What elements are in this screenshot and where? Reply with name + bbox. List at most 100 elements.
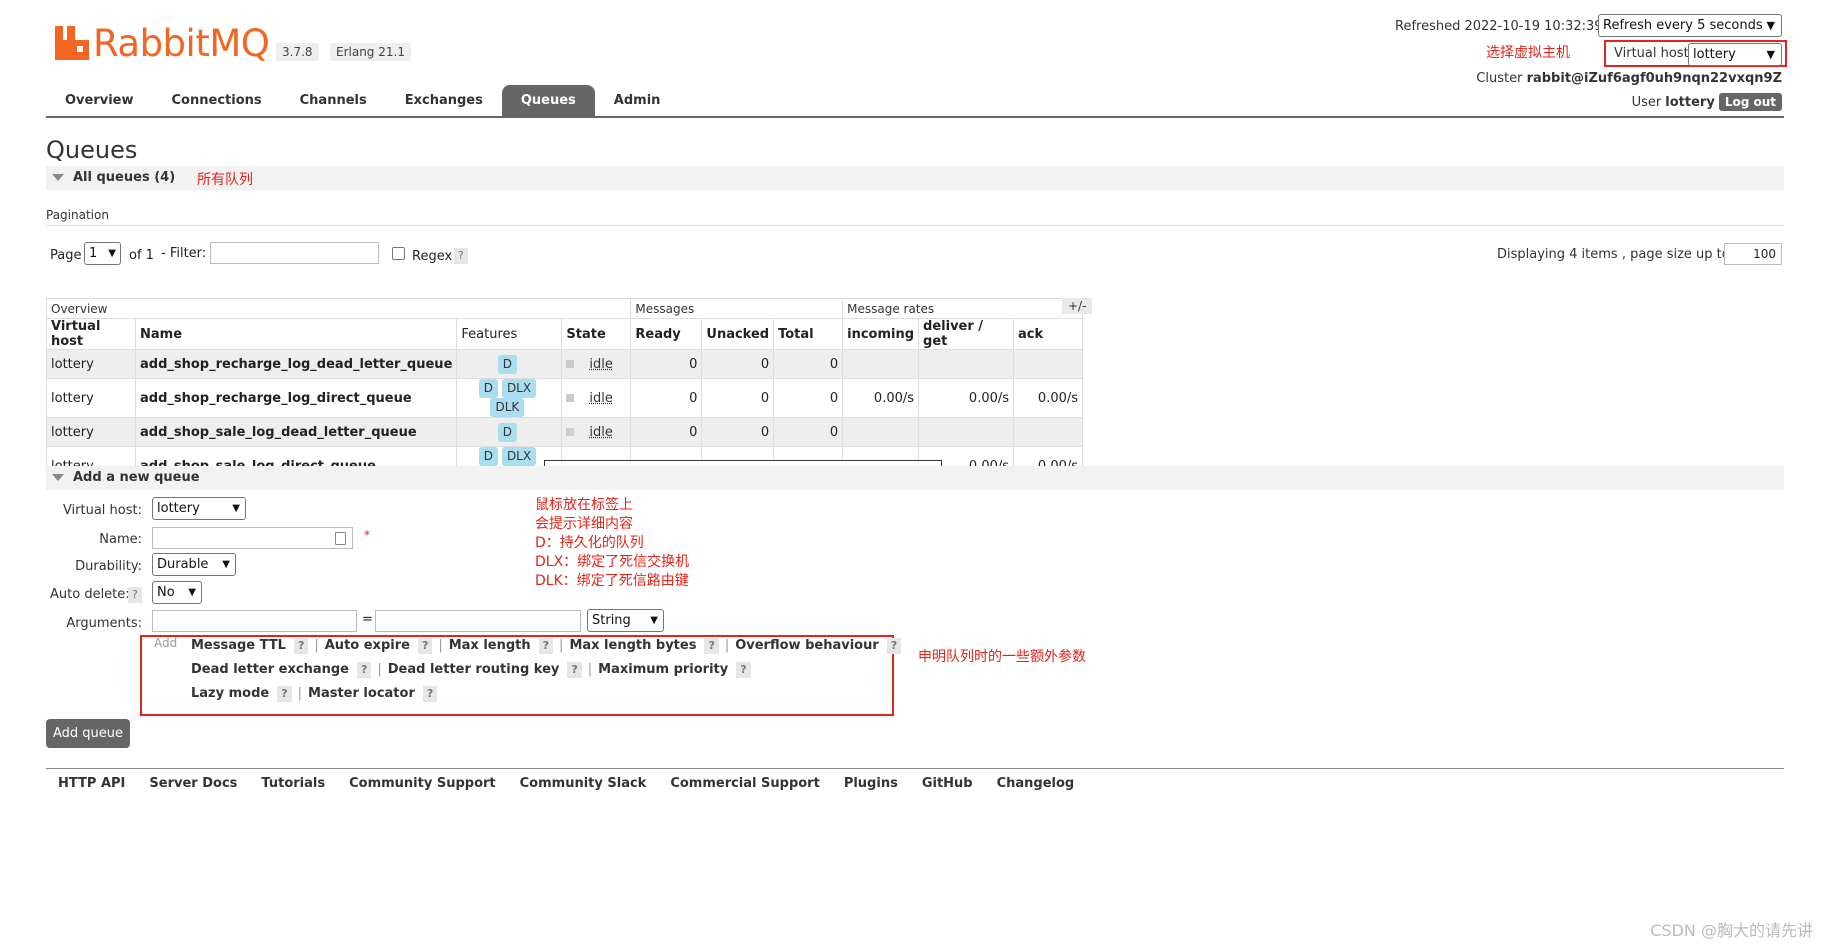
cell-deliver-get: 0.00/s bbox=[918, 378, 1015, 418]
queue-name-link[interactable]: add_shop_recharge_log_dead_letter_queue bbox=[140, 357, 452, 372]
argument-shortcut[interactable]: Maximum priority bbox=[598, 662, 728, 677]
argument-help[interactable]: ? bbox=[422, 686, 438, 702]
queue-name-link[interactable]: add_shop_sale_log_dead_letter_queue bbox=[140, 425, 417, 440]
argument-help[interactable]: ? bbox=[886, 638, 902, 654]
cell-ready: 0 bbox=[630, 417, 703, 447]
tab-admin[interactable]: Admin bbox=[595, 85, 680, 116]
col-vhost[interactable]: Virtual host bbox=[46, 318, 136, 350]
argument-type-select[interactable]: String ▼ bbox=[587, 609, 664, 632]
all-queues-section[interactable]: All queues (4) bbox=[46, 166, 1784, 190]
footer-link[interactable]: Server Docs bbox=[149, 776, 237, 791]
cluster-info: Cluster rabbit@iZuf6agf0uh9nqn22vxqn9Z bbox=[1476, 71, 1782, 86]
argument-shortcut[interactable]: Message TTL bbox=[191, 638, 286, 653]
footer-link[interactable]: Commercial Support bbox=[670, 776, 820, 791]
durability-value: Durable bbox=[157, 557, 209, 572]
separator: | bbox=[587, 662, 593, 677]
footer-link[interactable]: Community Support bbox=[349, 776, 496, 791]
argument-help[interactable]: ? bbox=[736, 662, 751, 678]
col-ready[interactable]: Ready bbox=[630, 318, 703, 350]
cell-deliver-get bbox=[918, 417, 1015, 447]
page-title: Queues bbox=[46, 136, 138, 164]
user-name: lottery bbox=[1665, 94, 1715, 110]
annotation-hover-hint: 鼠标放在标签上 会提示详细内容 D：持久化的队列 DLX：绑定了死信交换机 DL… bbox=[535, 496, 689, 591]
state-label: idle bbox=[589, 424, 613, 440]
argument-value-input[interactable] bbox=[375, 610, 581, 632]
queue-name-link[interactable]: add_shop_recharge_log_direct_queue bbox=[140, 391, 412, 406]
add-queue-button[interactable]: Add queue bbox=[46, 719, 131, 748]
tab-overview[interactable]: Overview bbox=[46, 85, 153, 116]
argument-help[interactable]: ? bbox=[293, 638, 309, 654]
cell-features: D bbox=[456, 417, 563, 447]
argument-key-input[interactable] bbox=[152, 610, 357, 632]
argument-shortcut[interactable]: Auto expire bbox=[325, 638, 410, 653]
col-deliver-get[interactable]: deliver / get bbox=[918, 318, 1015, 350]
displaying-text: Displaying 4 items , page size up to: bbox=[1497, 247, 1735, 262]
argument-help[interactable]: ? bbox=[277, 686, 292, 702]
footer-link[interactable]: Changelog bbox=[997, 776, 1075, 791]
table-row[interactable]: lottery add_shop_recharge_log_direct_queu… bbox=[46, 378, 1084, 418]
cell-unacked: 0 bbox=[701, 349, 775, 379]
refresh-interval-select[interactable]: Refresh every 5 seconds ▼ bbox=[1598, 14, 1782, 37]
footer-link[interactable]: HTTP API bbox=[58, 776, 125, 791]
footer-link[interactable]: GitHub bbox=[922, 776, 973, 791]
argument-shortcut[interactable]: Dead letter routing key bbox=[388, 662, 560, 677]
col-incoming[interactable]: incoming bbox=[842, 318, 920, 350]
feature-tag-d[interactable]: D bbox=[478, 379, 498, 398]
argument-help[interactable]: ? bbox=[704, 638, 719, 654]
table-group-header: Overview Messages Message rates bbox=[45, 298, 1084, 319]
regex-help[interactable]: ? bbox=[454, 248, 468, 264]
cell-ready: 0 bbox=[630, 378, 703, 418]
footer-link[interactable]: Plugins bbox=[844, 776, 898, 791]
footer-link[interactable]: Tutorials bbox=[261, 776, 325, 791]
auto-delete-help[interactable]: ? bbox=[128, 587, 142, 603]
durability-select[interactable]: Durable ▼ bbox=[152, 553, 236, 576]
argument-shortcut[interactable]: Dead letter exchange bbox=[191, 662, 349, 677]
table-row[interactable]: lottery add_shop_recharge_log_dead_letter… bbox=[46, 349, 1084, 379]
page-label: Page bbox=[50, 248, 82, 263]
queue-name-input[interactable] bbox=[152, 527, 353, 549]
add-queue-section[interactable]: Add a new queue bbox=[46, 466, 1784, 490]
col-total[interactable]: Total bbox=[773, 318, 844, 350]
argument-shortcut[interactable]: Overflow behaviour bbox=[735, 638, 879, 653]
page-size-input[interactable]: 100 bbox=[1724, 243, 1782, 265]
argument-shortcut[interactable]: Max length bytes bbox=[569, 638, 696, 653]
col-state[interactable]: State bbox=[561, 318, 632, 350]
add-vhost-value: lottery bbox=[157, 501, 200, 516]
feature-tag-dlx[interactable]: DLX bbox=[501, 447, 537, 466]
col-name[interactable]: Name bbox=[134, 318, 458, 350]
refreshed-time: Refreshed 2022-10-19 10:32:39 bbox=[1395, 19, 1603, 34]
argument-help[interactable]: ? bbox=[538, 638, 554, 654]
argument-shortcut[interactable]: Master locator bbox=[308, 686, 415, 701]
columns-toggle-button[interactable]: +/- bbox=[1062, 298, 1093, 314]
argument-shortcut[interactable]: Max length bbox=[449, 638, 531, 653]
cluster-label: Cluster bbox=[1476, 71, 1523, 86]
logout-button[interactable]: Log out bbox=[1718, 93, 1782, 111]
tab-connections[interactable]: Connections bbox=[153, 85, 281, 116]
feature-tag-d[interactable]: D bbox=[497, 354, 518, 374]
autofill-key-icon bbox=[335, 532, 346, 545]
tab-queues[interactable]: Queues bbox=[501, 85, 595, 116]
page-select[interactable]: 1 ▼ bbox=[84, 242, 121, 265]
cell-vhost: lottery bbox=[46, 378, 136, 418]
logo-text: RabbitMQ bbox=[93, 21, 270, 65]
footer-link[interactable]: Community Slack bbox=[520, 776, 647, 791]
feature-tag-dlk[interactable]: DLK bbox=[490, 398, 525, 417]
argument-help[interactable]: ? bbox=[567, 662, 582, 678]
feature-tag-d[interactable]: D bbox=[478, 447, 498, 466]
auto-delete-select[interactable]: No ▼ bbox=[152, 581, 202, 604]
argument-shortcut[interactable]: Lazy mode bbox=[191, 686, 269, 701]
tab-channels[interactable]: Channels bbox=[281, 85, 386, 116]
argument-help[interactable]: ? bbox=[417, 638, 433, 654]
argument-help[interactable]: ? bbox=[356, 662, 372, 678]
filter-input[interactable] bbox=[210, 242, 379, 264]
col-ack[interactable]: ack bbox=[1013, 318, 1084, 350]
regex-checkbox[interactable] bbox=[392, 247, 405, 260]
rabbitmq-logo[interactable]: RabbitMQ bbox=[55, 21, 270, 65]
col-unacked[interactable]: Unacked bbox=[701, 318, 775, 350]
table-row[interactable]: lottery add_shop_sale_log_dead_letter_que… bbox=[46, 417, 1084, 447]
tab-exchanges[interactable]: Exchanges bbox=[386, 85, 502, 116]
feature-tag-d[interactable]: D bbox=[497, 422, 518, 442]
vhost-select[interactable]: lottery ▼ bbox=[1688, 43, 1782, 66]
add-vhost-select[interactable]: lottery ▼ bbox=[152, 497, 246, 520]
feature-tag-dlx[interactable]: DLX bbox=[501, 379, 537, 398]
